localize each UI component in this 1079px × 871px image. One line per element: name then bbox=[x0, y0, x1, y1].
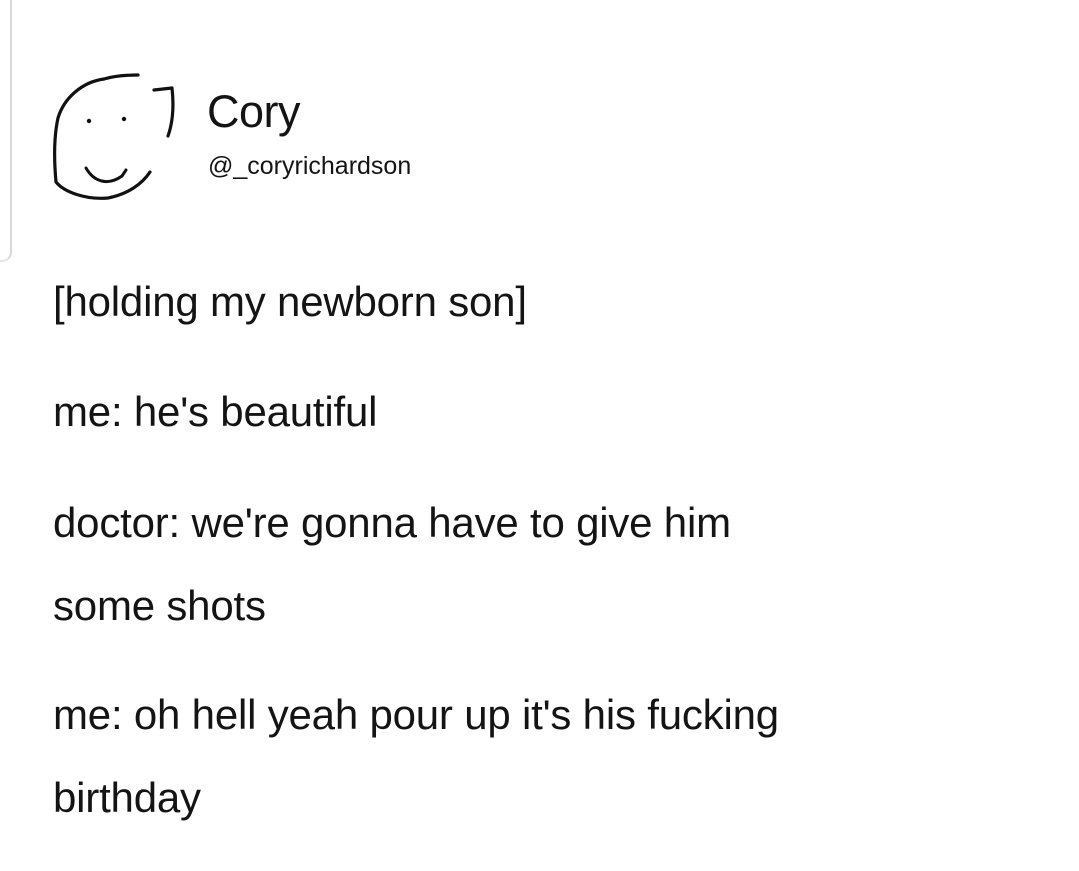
tweet-line: [holding my newborn son] bbox=[53, 278, 527, 325]
previous-screen-edge bbox=[0, 0, 12, 262]
tweet-line: doctor: we're gonna have to give him bbox=[53, 499, 731, 546]
hand-drawn-smiley-icon bbox=[53, 73, 175, 200]
tweet-line: birthday bbox=[53, 774, 201, 821]
display-name[interactable]: Cory bbox=[207, 84, 301, 140]
user-handle[interactable]: @_coryrichardson bbox=[208, 150, 411, 182]
tweet-line: some shots bbox=[53, 582, 266, 629]
tweet-line: me: oh hell yeah pour up it's his fuckin… bbox=[53, 691, 779, 738]
avatar[interactable] bbox=[42, 64, 182, 214]
tweet-line: me: he's beautiful bbox=[53, 388, 378, 435]
